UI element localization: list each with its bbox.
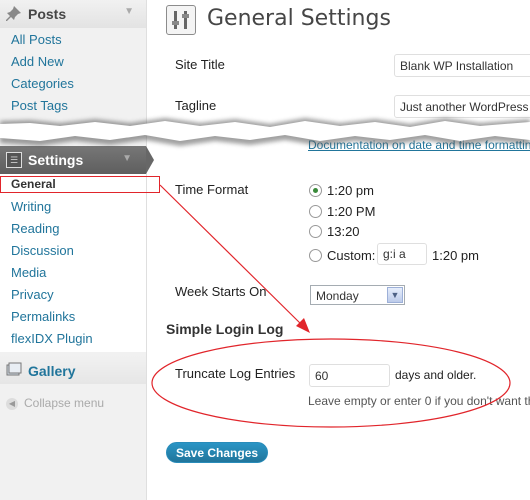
page-title: General Settings (207, 6, 391, 31)
sidebar-item-all-posts[interactable]: All Posts (11, 32, 62, 47)
sidebar-item-writing[interactable]: Writing (11, 199, 51, 214)
sidebar-item-categories[interactable]: Categories (11, 76, 74, 91)
collapse-menu[interactable]: ◀ Collapse menu (6, 396, 104, 410)
week-starts-label: Week Starts On (175, 284, 267, 299)
date-time-documentation-link[interactable]: Documentation on date and time formattin… (308, 138, 530, 152)
time-format-option-label: 13:20 (327, 224, 360, 239)
week-starts-select[interactable]: Monday ▼ (310, 285, 405, 305)
radio-icon[interactable] (309, 249, 322, 263)
sidebar-item-privacy[interactable]: Privacy (11, 287, 54, 302)
truncate-log-help: Leave empty or enter 0 if you don't want… (308, 394, 530, 408)
save-changes-button[interactable]: Save Changes (166, 442, 269, 463)
sidebar-item-permalinks[interactable]: Permalinks (11, 309, 75, 324)
truncate-log-suffix: days and older. (395, 368, 477, 382)
radio-icon[interactable] (309, 205, 322, 219)
sidebar-item-media[interactable]: Media (11, 265, 46, 280)
truncate-log-label: Truncate Log Entries (175, 366, 296, 381)
sidebar-item-reading[interactable]: Reading (11, 221, 59, 236)
sidebar-item-add-new[interactable]: Add New (11, 54, 64, 69)
time-format-option[interactable]: 13:20 (309, 224, 360, 239)
time-format-option[interactable]: 1:20 pm (309, 183, 374, 198)
dropdown-arrow-icon[interactable]: ▼ (387, 287, 403, 303)
sidebar-item-flexidx-plugin[interactable]: flexIDX Plugin (11, 331, 93, 346)
time-format-option-custom[interactable]: Custom: (309, 248, 375, 263)
menu-gallery-label: Gallery (28, 363, 76, 379)
custom-time-format-preview: 1:20 pm (432, 248, 479, 263)
admin-sidebar: Posts ▼ All Posts Add New Categories Pos… (0, 0, 154, 500)
truncate-log-input[interactable] (309, 364, 390, 387)
annotation-arrow-line (159, 184, 305, 328)
custom-time-format-input[interactable] (377, 243, 427, 265)
tagline-label: Tagline (175, 98, 217, 113)
tagline-input[interactable] (394, 95, 530, 118)
settings-icon: ☰ (6, 152, 22, 168)
radio-checked-icon[interactable] (309, 184, 322, 198)
time-format-option[interactable]: 1:20 PM (309, 204, 375, 219)
time-format-option-label: 1:20 pm (327, 183, 374, 198)
week-starts-value: Monday (316, 289, 359, 303)
sidebar-item-discussion[interactable]: Discussion (11, 243, 74, 258)
site-title-input[interactable] (394, 54, 530, 77)
time-format-option-label: Custom: (327, 248, 376, 263)
current-item-highlight (0, 176, 160, 193)
time-format-label: Time Format (175, 182, 249, 197)
settings-page-icon (166, 5, 196, 35)
menu-posts[interactable]: Posts ▼ (0, 0, 146, 28)
annotation-arrow-head (296, 318, 310, 333)
menu-posts-label: Posts (28, 6, 67, 22)
sidebar-item-post-tags[interactable]: Post Tags (11, 98, 68, 113)
site-title-label: Site Title (175, 57, 225, 72)
collapse-arrow-icon: ◀ (6, 397, 18, 410)
collapse-menu-label: Collapse menu (24, 396, 105, 410)
menu-settings[interactable]: ☰ Settings ▼ (0, 146, 154, 174)
time-format-option-label: 1:20 PM (327, 204, 376, 219)
chevron-down-icon[interactable]: ▼ (124, 6, 134, 17)
radio-icon[interactable] (309, 225, 322, 239)
chevron-down-icon[interactable]: ▼ (122, 153, 132, 164)
simple-login-log-heading: Simple Login Log (166, 321, 284, 337)
pushpin-icon (6, 6, 21, 21)
menu-gallery[interactable]: Gallery (0, 356, 146, 384)
gallery-icon (6, 362, 22, 376)
menu-settings-label: Settings (28, 152, 84, 168)
